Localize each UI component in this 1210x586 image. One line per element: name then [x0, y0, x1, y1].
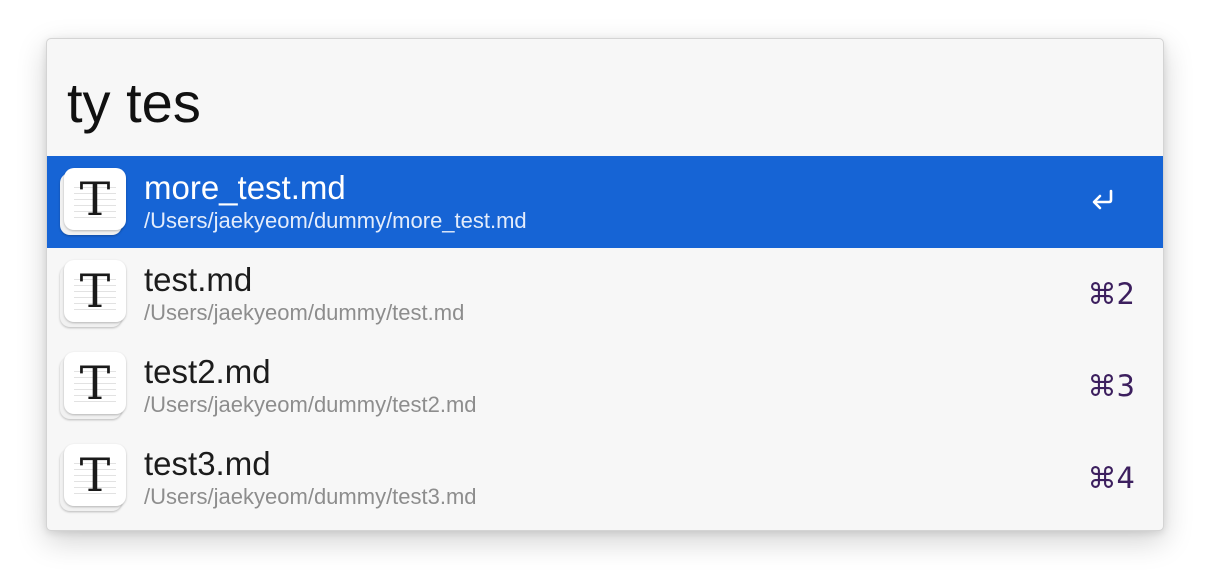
text-edit-icon: T	[60, 352, 128, 420]
result-path: /Users/jaekyeom/dummy/test2.md	[144, 392, 477, 417]
icon-letter: T	[79, 356, 111, 410]
icon-letter: T	[79, 448, 111, 502]
result-title: test.md	[144, 261, 253, 298]
result-title: more_test.md	[144, 169, 346, 206]
search-bar	[47, 39, 1163, 156]
text-edit-icon: T	[60, 260, 128, 328]
search-input[interactable]	[67, 67, 1127, 137]
result-path: /Users/jaekyeom/dummy/test.md	[144, 300, 465, 325]
shortcut-label: ⌘4	[1087, 461, 1135, 495]
result-title: test2.md	[144, 353, 271, 390]
text-edit-icon: T	[60, 444, 128, 512]
results-list: T more_test.md /Users/jaekyeom/dummy/mor…	[47, 156, 1163, 524]
text-edit-icon: T	[60, 168, 128, 236]
result-item[interactable]: T test3.md /Users/jaekyeom/dummy/test3.m…	[47, 432, 1163, 524]
shortcut-label: ⌘2	[1087, 277, 1135, 311]
result-title: test3.md	[144, 445, 271, 482]
return-key-icon	[1092, 189, 1113, 210]
result-item[interactable]: T test.md /Users/jaekyeom/dummy/test.md …	[47, 248, 1163, 340]
result-item[interactable]: T test2.md /Users/jaekyeom/dummy/test2.m…	[47, 340, 1163, 432]
icon-letter: T	[79, 172, 111, 226]
icon-letter: T	[79, 264, 111, 318]
result-item-selected[interactable]: T more_test.md /Users/jaekyeom/dummy/mor…	[47, 156, 1163, 248]
shortcut-label: ⌘3	[1087, 369, 1135, 403]
result-path: /Users/jaekyeom/dummy/test3.md	[144, 484, 477, 509]
launcher-window: T more_test.md /Users/jaekyeom/dummy/mor…	[46, 38, 1164, 531]
result-path: /Users/jaekyeom/dummy/more_test.md	[144, 208, 527, 233]
